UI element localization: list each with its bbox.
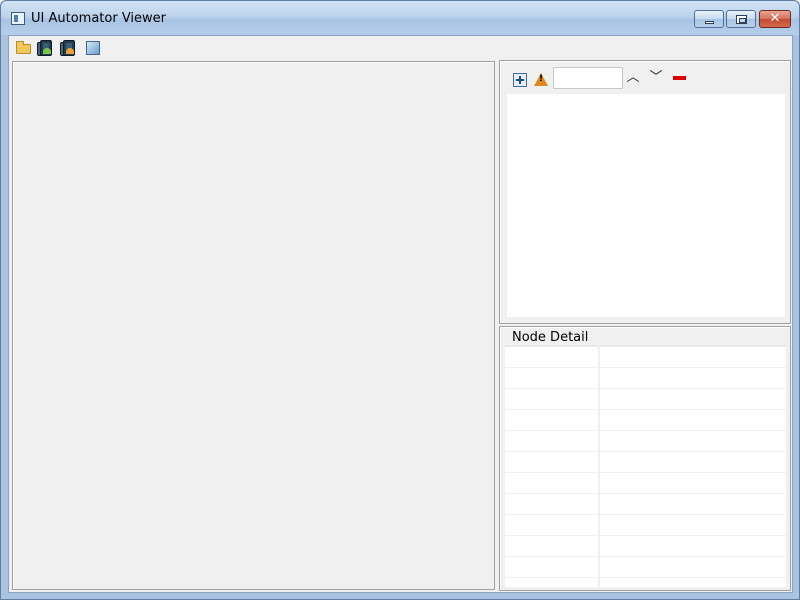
client-area: ! ︿ ﹀ Node Detail — [8, 35, 793, 593]
warning-mark: ! — [539, 74, 544, 84]
screenshot-canvas[interactable] — [12, 61, 495, 590]
window-title: UI Automator Viewer — [31, 11, 167, 26]
android-icon — [43, 48, 51, 54]
table-row[interactable] — [505, 494, 786, 515]
close-icon: ✕ — [769, 11, 781, 26]
table-row[interactable] — [505, 536, 786, 557]
main-toolbar — [9, 36, 792, 60]
minimize-icon — [705, 21, 714, 24]
clear-search-icon[interactable] — [673, 76, 686, 80]
save-icon — [86, 41, 100, 55]
table-row[interactable] — [505, 515, 786, 536]
table-row[interactable] — [505, 473, 786, 494]
node-detail-panel: Node Detail — [499, 326, 791, 591]
table-row[interactable] — [505, 389, 786, 410]
device-screenshot-compressed-button[interactable] — [60, 40, 78, 57]
app-icon — [11, 12, 25, 25]
minimize-button[interactable] — [694, 10, 724, 28]
next-result-button[interactable]: ﹀ — [648, 70, 664, 86]
table-row[interactable] — [505, 368, 786, 389]
node-detail-title: Node Detail — [510, 330, 591, 345]
table-row[interactable] — [505, 347, 786, 368]
search-input[interactable] — [553, 67, 623, 89]
expand-all-icon[interactable] — [513, 73, 527, 87]
open-button[interactable] — [15, 40, 33, 57]
save-button[interactable] — [84, 40, 102, 57]
node-detail-table[interactable] — [505, 345, 786, 587]
table-row[interactable] — [505, 410, 786, 431]
device-screenshot-button[interactable] — [37, 40, 55, 57]
maximize-button[interactable] — [726, 10, 756, 28]
hierarchy-panel: ! ︿ ﹀ — [499, 60, 791, 324]
title-bar[interactable]: UI Automator Viewer ✕ — [1, 1, 799, 35]
android-icon — [66, 48, 74, 54]
table-row[interactable] — [505, 452, 786, 473]
app-window: UI Automator Viewer ✕ ! ︿ ﹀ Node Detail — [0, 0, 800, 600]
table-row[interactable] — [505, 431, 786, 452]
hierarchy-tree[interactable] — [507, 94, 785, 317]
maximize-icon — [736, 15, 747, 24]
open-folder-icon — [16, 41, 31, 54]
previous-result-button[interactable]: ︿ — [625, 70, 641, 86]
table-row[interactable] — [505, 557, 786, 578]
close-button[interactable]: ✕ — [759, 10, 791, 28]
